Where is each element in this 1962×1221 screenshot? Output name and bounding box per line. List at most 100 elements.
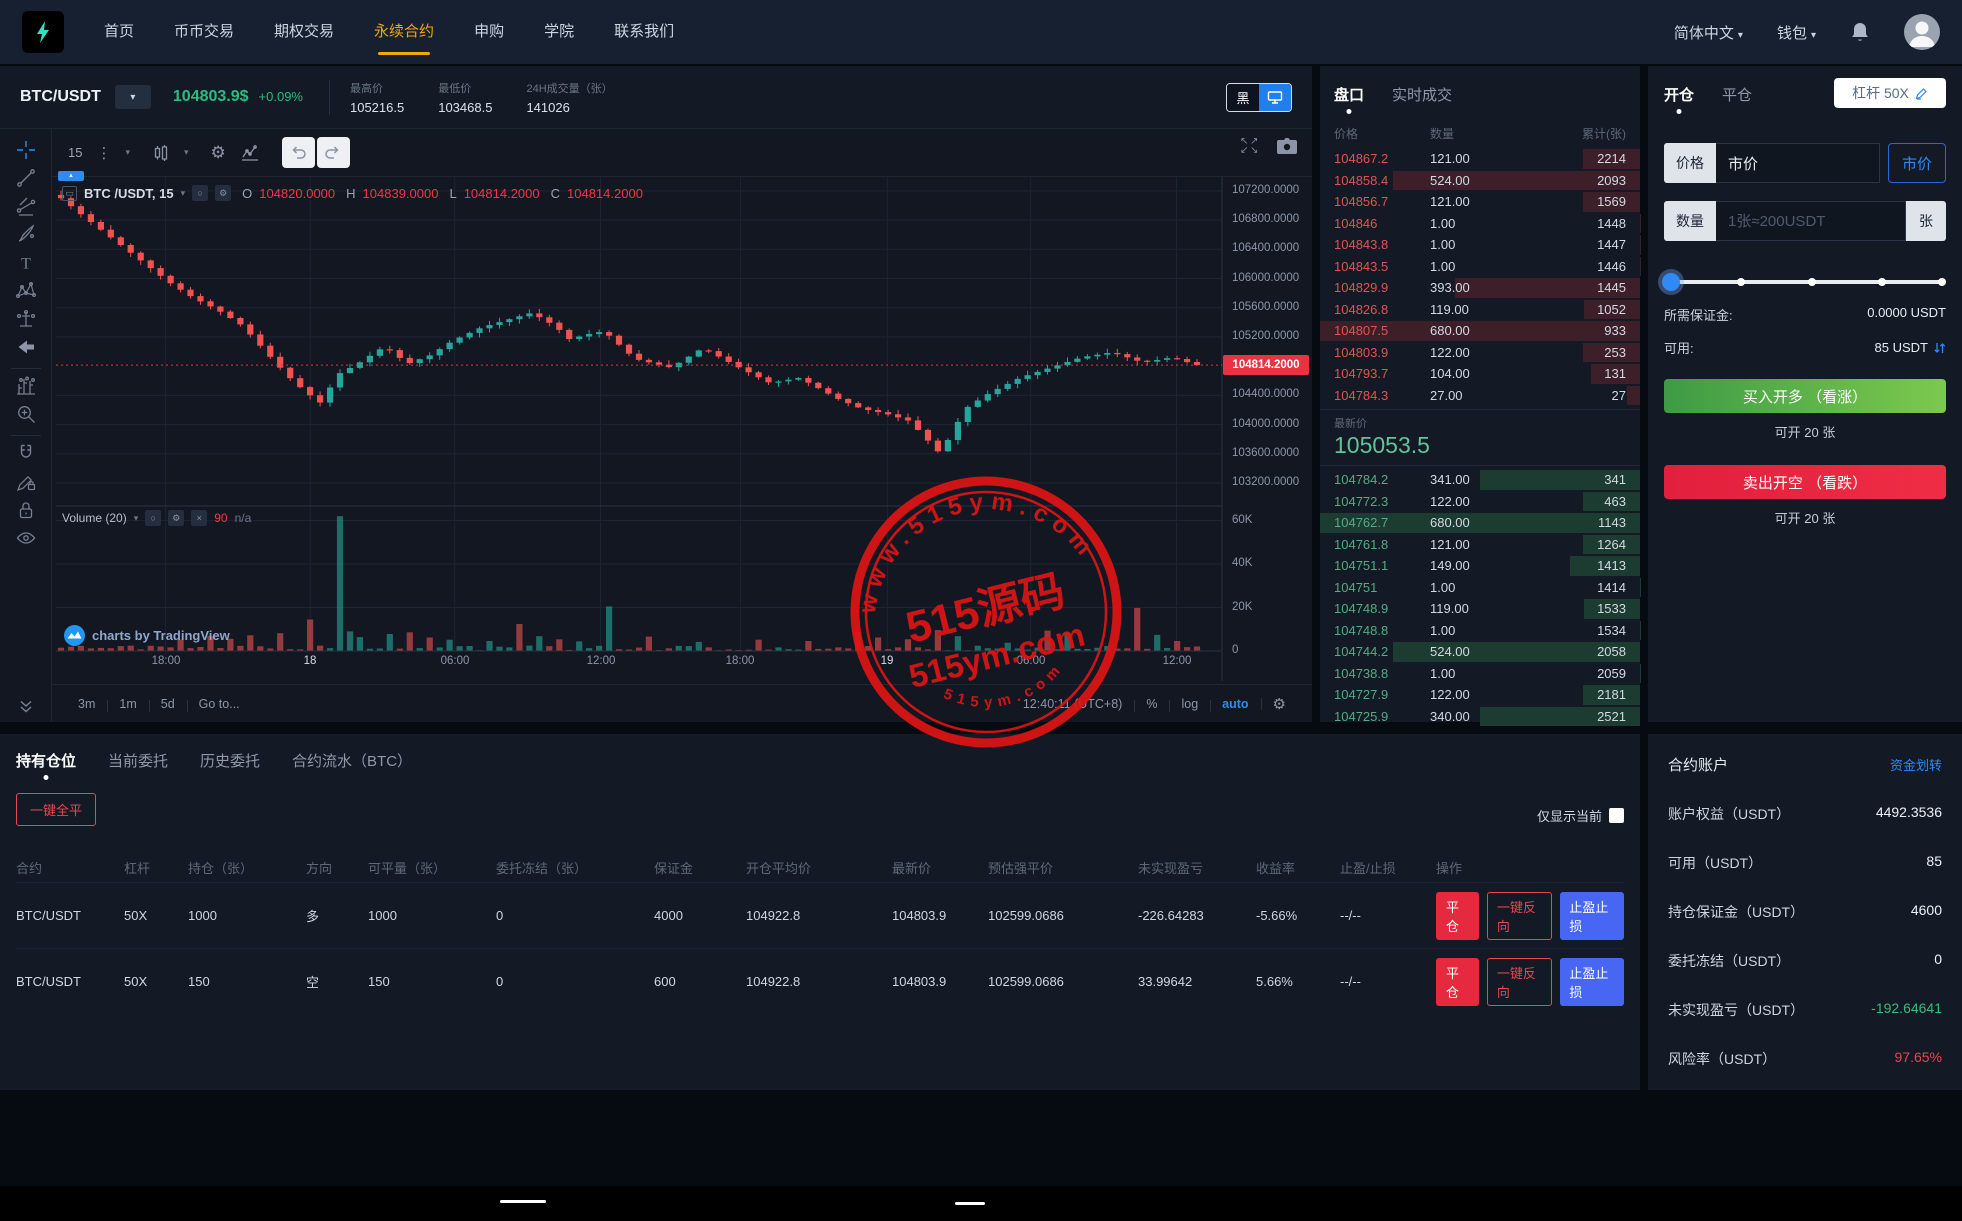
range-button-3m[interactable]: 3m <box>66 697 107 711</box>
clock-label[interactable]: 12:40:11 (UTC+8) <box>1011 697 1134 711</box>
volume-settings-icon[interactable]: ⚙ <box>168 510 184 526</box>
tab-close-position[interactable]: 平仓 <box>1722 84 1752 105</box>
orderbook-row[interactable]: 104748.9119.001533 <box>1320 598 1640 620</box>
chart-panel: T 15 ⋮ ▾ ▾ ⚙ <box>0 128 1312 722</box>
tp-sl-button[interactable]: 止盈止损 <box>1560 958 1624 1006</box>
orderbook-row[interactable]: 104858.4524.002093 <box>1320 170 1640 192</box>
volume-close-icon[interactable]: × <box>191 510 207 526</box>
orderbook-row[interactable]: 104738.81.002059 <box>1320 663 1640 685</box>
volume-title[interactable]: Volume (20) <box>62 511 127 525</box>
orderbook-row[interactable]: 104803.9122.00253 <box>1320 342 1640 364</box>
tab-orderbook[interactable]: 盘口 <box>1334 84 1364 105</box>
toolbar-collapse-marker[interactable]: ▲ <box>58 171 84 181</box>
nav-item-4[interactable]: 申购 <box>474 0 504 64</box>
orderbook-row[interactable]: 104772.3122.00463 <box>1320 491 1640 513</box>
positions-tab-1[interactable]: 当前委托 <box>108 750 168 771</box>
orderbook-row[interactable]: 104725.9340.002521 <box>1320 706 1640 728</box>
orderbook-row[interactable]: 104761.8121.001264 <box>1320 534 1640 556</box>
positions-tab-0[interactable]: 持有仓位 <box>16 750 76 771</box>
orderbook-row[interactable]: 104751.1149.001413 <box>1320 555 1640 577</box>
avatar[interactable] <box>1904 14 1940 50</box>
orderbook-row[interactable]: 104843.51.001446 <box>1320 256 1640 278</box>
positions-tab-3[interactable]: 合约流水（BTC） <box>292 750 412 771</box>
orderbook-row[interactable]: 104762.7680.001143 <box>1320 512 1640 534</box>
nav-item-3[interactable]: 永续合约 <box>374 0 434 64</box>
position-row[interactable]: BTC/USDT50X1000多100004000104922.8104803.… <box>16 882 1624 948</box>
axis-settings-gear-icon[interactable]: ⚙ <box>1261 695 1298 713</box>
close-position-button[interactable]: 平仓 <box>1436 958 1479 1006</box>
range-button-1m[interactable]: 1m <box>107 697 148 711</box>
nav-item-6[interactable]: 联系我们 <box>614 0 674 64</box>
slider-handle[interactable] <box>1662 273 1680 291</box>
slider-dot[interactable] <box>1878 278 1886 286</box>
orderbook-row[interactable]: 1047511.001414 <box>1320 577 1640 599</box>
tradingview-attribution[interactable]: charts by TradingView <box>64 625 230 646</box>
slider-dot[interactable] <box>1737 278 1745 286</box>
chevron-down-icon[interactable]: ▾ <box>134 513 139 524</box>
orderbook-row[interactable]: 104784.327.0027 <box>1320 385 1640 407</box>
only-current-checkbox[interactable] <box>1609 808 1624 823</box>
legend-eye-icon[interactable]: ○ <box>192 185 208 201</box>
tab-trades[interactable]: 实时成交 <box>1392 84 1452 105</box>
bell-icon[interactable] <box>1850 21 1870 43</box>
orderbook-row[interactable]: 104748.81.001534 <box>1320 620 1640 642</box>
orderbook-row[interactable]: 104784.2341.00341 <box>1320 469 1640 491</box>
orderbook-row[interactable]: 104829.9393.001445 <box>1320 277 1640 299</box>
orderbook-row[interactable]: 104843.81.001447 <box>1320 234 1640 256</box>
object-tree-icon[interactable]: ▭ <box>62 186 77 201</box>
slider-track[interactable] <box>1664 280 1946 284</box>
tab-open-position[interactable]: 开仓 <box>1664 84 1694 105</box>
legend-settings-icon[interactable]: ⚙ <box>215 185 231 201</box>
volume-eye-icon[interactable]: ○ <box>145 510 161 526</box>
sell-open-short-button[interactable]: 卖出开空 （看跌） <box>1664 465 1946 499</box>
amount-slider[interactable] <box>1664 273 1946 291</box>
transfer-arrows-icon[interactable] <box>1933 341 1946 355</box>
orderbook-row[interactable]: 104867.2121.002214 <box>1320 148 1640 170</box>
nav-menu: 首页币币交易期权交易永续合约申购学院联系我们 <box>104 0 674 64</box>
wallet-menu[interactable]: 钱包▾ <box>1777 22 1816 43</box>
top-nav: 首页币币交易期权交易永续合约申购学院联系我们 简体中文▾ 钱包▾ <box>0 0 1962 64</box>
nav-item-1[interactable]: 币币交易 <box>174 0 234 64</box>
leverage-button[interactable]: 杠杆 50X <box>1834 78 1946 108</box>
language-select[interactable]: 简体中文▾ <box>1674 22 1743 43</box>
orderbook-row[interactable]: 104793.7104.00131 <box>1320 363 1640 385</box>
brand-logo[interactable] <box>22 11 64 53</box>
reverse-position-button[interactable]: 一键反向 <box>1487 892 1553 940</box>
reverse-position-button[interactable]: 一键反向 <box>1487 958 1553 1006</box>
positions-tab-2[interactable]: 历史委托 <box>200 750 260 771</box>
orderbook-row[interactable]: 104744.2524.002058 <box>1320 641 1640 663</box>
nav-item-2[interactable]: 期权交易 <box>274 0 334 64</box>
tp-sl-button[interactable]: 止盈止损 <box>1560 892 1624 940</box>
nav-item-0[interactable]: 首页 <box>104 0 134 64</box>
positions-header: 合约 <box>16 858 124 877</box>
price-input[interactable] <box>1716 155 1879 172</box>
theme-display-button[interactable] <box>1259 84 1291 111</box>
market-price-button[interactable]: 市价 <box>1888 143 1946 183</box>
auto-scale-button[interactable]: auto <box>1210 697 1260 711</box>
available-value: 85 USDT <box>1875 340 1928 355</box>
chevron-down-icon[interactable]: ▾ <box>181 188 186 199</box>
fund-transfer-link[interactable]: 资金划转 <box>1890 755 1942 774</box>
orderbook-row[interactable]: 104807.5680.00933 <box>1320 320 1640 342</box>
slider-dot[interactable] <box>1808 278 1816 286</box>
slider-dot[interactable] <box>1938 278 1946 286</box>
nav-item-5[interactable]: 学院 <box>544 0 574 64</box>
range-button-5d[interactable]: 5d <box>149 697 187 711</box>
close-all-button[interactable]: 一键全平 <box>16 793 96 826</box>
position-row[interactable]: BTC/USDT50X150空1500600104922.8104803.910… <box>16 948 1624 1014</box>
buy-open-long-button[interactable]: 买入开多 （看涨） <box>1664 379 1946 413</box>
percent-scale-button[interactable]: % <box>1134 697 1169 711</box>
orderbook-row[interactable]: 1048461.001448 <box>1320 213 1640 235</box>
quantity-input[interactable] <box>1716 213 1905 230</box>
theme-dark-button[interactable]: 黑 <box>1227 84 1259 111</box>
legend-symbol[interactable]: BTC /USDT, 15 <box>84 186 174 201</box>
log-scale-button[interactable]: log <box>1169 697 1210 711</box>
orderbook-row[interactable]: 104727.9122.002181 <box>1320 684 1640 706</box>
account-panel: 合约账户 资金划转 账户权益（USDT）4492.3536可用（USDT）85持… <box>1648 734 1962 1090</box>
y-axis-tick: 103600.0000 <box>1232 447 1299 459</box>
pair-dropdown[interactable]: ▾ <box>115 85 151 109</box>
range-button-Goto[interactable]: Go to... <box>187 697 252 711</box>
orderbook-row[interactable]: 104826.8119.001052 <box>1320 299 1640 321</box>
orderbook-row[interactable]: 104856.7121.001569 <box>1320 191 1640 213</box>
close-position-button[interactable]: 平仓 <box>1436 892 1479 940</box>
